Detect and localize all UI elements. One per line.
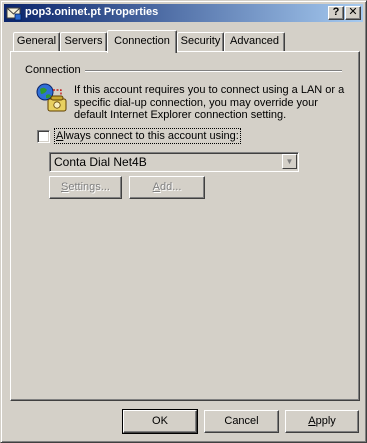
help-button[interactable]: ?: [328, 6, 344, 20]
title-bar[interactable]: pop3.oninet.pt Properties ? ✕: [4, 4, 363, 22]
dropdown-arrow-icon[interactable]: ▼: [282, 154, 297, 169]
settings-button[interactable]: Settings...: [49, 176, 122, 199]
group-divider: [85, 70, 342, 72]
dialup-connection-select[interactable]: Conta Dial Net4B ▼: [49, 152, 299, 172]
tab-general[interactable]: General: [13, 32, 60, 51]
connection-group-label: Connection: [25, 64, 81, 76]
add-button[interactable]: Add...: [129, 176, 205, 199]
always-connect-label[interactable]: Always connect to this account using:: [54, 128, 241, 144]
mnemonic-letter: A: [308, 415, 316, 427]
dialup-connection-icon: [36, 83, 67, 112]
tab-servers[interactable]: Servers: [60, 32, 107, 51]
properties-dialog: pop3.oninet.pt Properties ? ✕ General Se…: [0, 0, 367, 443]
tab-security[interactable]: Security: [177, 32, 224, 51]
mnemonic-letter: A: [152, 181, 160, 193]
mnemonic-letter: A: [56, 130, 64, 142]
connection-description: If this account requires you to connect …: [74, 84, 345, 121]
tab-connection[interactable]: Connection: [107, 30, 177, 53]
tab-advanced[interactable]: Advanced: [224, 32, 285, 51]
mail-account-icon: [6, 7, 22, 21]
window-title: pop3.oninet.pt Properties: [25, 6, 159, 18]
mnemonic-letter: S: [61, 181, 69, 193]
cancel-button[interactable]: Cancel: [204, 410, 279, 433]
close-button[interactable]: ✕: [345, 6, 361, 20]
ok-button[interactable]: OK: [122, 409, 198, 434]
apply-button[interactable]: Apply: [285, 410, 359, 433]
dialup-selected-value: Conta Dial Net4B: [54, 155, 147, 169]
always-connect-checkbox[interactable]: [37, 130, 50, 143]
